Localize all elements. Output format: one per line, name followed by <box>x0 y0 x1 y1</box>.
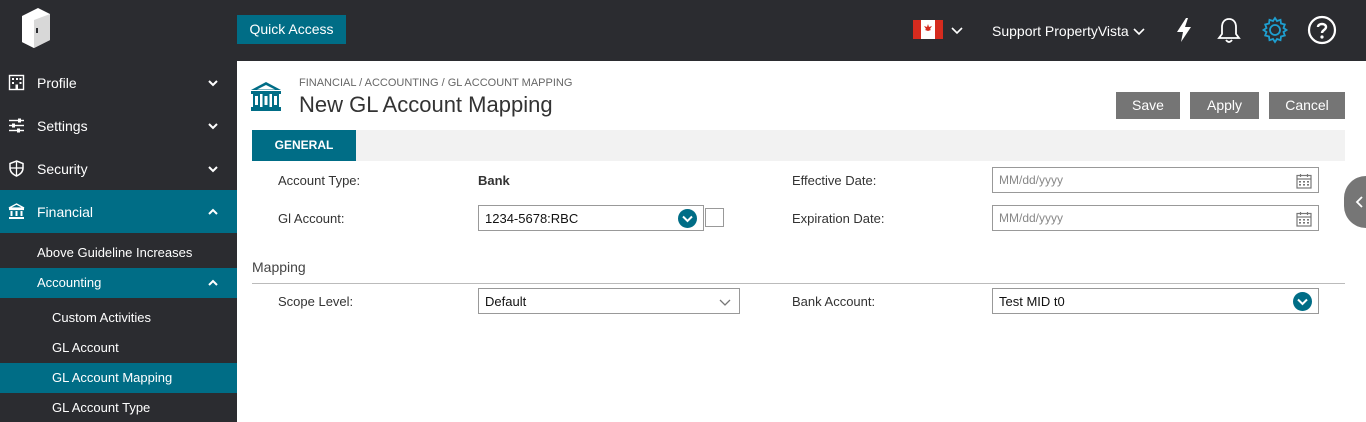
chevron-down-icon[interactable] <box>1293 292 1312 311</box>
effective-date-field[interactable] <box>992 167 1319 193</box>
tab-bar <box>252 130 1345 161</box>
gear-icon[interactable] <box>1260 15 1290 45</box>
help-icon[interactable] <box>1307 15 1337 45</box>
top-bar: Quick Access Support PropertyVista <box>0 0 1366 61</box>
account-type-value: Bank <box>478 173 510 188</box>
lightning-icon[interactable] <box>1169 15 1199 45</box>
bank-account-select[interactable]: Test MID t0 <box>992 288 1319 314</box>
sidebar: Profile Settings Security Financial Abov… <box>0 61 237 422</box>
save-button[interactable]: Save <box>1116 92 1180 119</box>
chevron-down-icon <box>208 166 218 173</box>
sidebar-item-custom-activities[interactable]: Custom Activities <box>0 303 237 333</box>
effective-date-label: Effective Date: <box>792 173 877 188</box>
expiration-date-field[interactable] <box>992 205 1319 231</box>
user-menu[interactable]: Support PropertyVista <box>992 22 1129 40</box>
building-icon <box>8 74 25 91</box>
sidebar-item-label: Security <box>37 161 88 177</box>
gl-account-select[interactable]: 1234-5678:RBC <box>478 205 704 231</box>
effective-date-input[interactable] <box>993 168 1318 192</box>
sidebar-item-label: Accounting <box>37 275 102 290</box>
expiration-date-input[interactable] <box>993 206 1318 230</box>
sidebar-item-label: Settings <box>37 118 88 134</box>
calendar-icon[interactable] <box>1296 211 1312 227</box>
scope-level-select[interactable]: Default <box>478 288 740 314</box>
calendar-icon[interactable] <box>1296 173 1312 189</box>
chevron-up-icon <box>208 279 218 286</box>
chevron-down-icon <box>208 80 218 87</box>
bank-icon <box>251 82 281 111</box>
chevron-down-icon <box>208 123 218 130</box>
scope-level-value: Default <box>485 294 527 309</box>
user-chevron-down-icon[interactable] <box>1132 24 1146 38</box>
bank-account-label: Bank Account: <box>792 294 876 309</box>
gl-account-checkbox[interactable] <box>705 208 724 227</box>
chevron-down-icon[interactable] <box>678 209 697 228</box>
chevron-down-icon[interactable] <box>719 296 731 308</box>
breadcrumb: FINANCIAL / ACCOUNTING / GL ACCOUNT MAPP… <box>299 77 573 89</box>
shield-icon <box>9 160 24 177</box>
side-panel-toggle[interactable] <box>1344 176 1366 228</box>
bank-account-value: Test MID t0 <box>999 294 1065 309</box>
sidebar-item-label: Financial <box>37 204 94 220</box>
sidebar-item-gl-account[interactable]: GL Account <box>0 333 237 363</box>
bank-icon <box>8 203 25 219</box>
chevron-up-icon <box>208 208 218 215</box>
scope-level-label: Scope Level: <box>278 294 354 309</box>
bell-icon[interactable] <box>1214 15 1244 45</box>
cancel-button[interactable]: Cancel <box>1269 92 1345 119</box>
apply-button[interactable]: Apply <box>1190 92 1259 119</box>
logo-icon[interactable] <box>18 6 54 50</box>
sidebar-item-accounting[interactable]: Accounting <box>0 268 237 298</box>
sidebar-item-financial[interactable]: Financial <box>0 190 237 233</box>
page-title: New GL Account Mapping <box>299 92 553 117</box>
quick-access-button[interactable]: Quick Access <box>237 15 346 44</box>
sidebar-item-profile[interactable]: Profile <box>0 61 237 104</box>
gl-account-value: 1234-5678:RBC <box>485 211 579 226</box>
section-divider <box>252 283 1345 284</box>
sidebar-item-gl-account-mapping[interactable]: GL Account Mapping <box>0 363 237 393</box>
sidebar-item-settings[interactable]: Settings <box>0 104 237 147</box>
canada-flag-icon[interactable] <box>913 20 943 39</box>
sliders-icon <box>9 118 24 133</box>
gl-account-label: Gl Account: <box>278 211 345 226</box>
sidebar-item-gl-account-type[interactable]: GL Account Type <box>0 393 237 422</box>
tab-general[interactable]: GENERAL <box>252 130 356 161</box>
expiration-date-label: Expiration Date: <box>792 211 885 226</box>
sidebar-item-label: Profile <box>37 75 77 91</box>
account-type-label: Account Type: <box>278 173 361 188</box>
chevron-left-icon <box>1355 196 1363 208</box>
sidebar-item-above-guideline-increases[interactable]: Above Guideline Increases <box>0 238 237 268</box>
mapping-section-title: Mapping <box>252 259 306 275</box>
sidebar-item-security[interactable]: Security <box>0 147 237 190</box>
language-chevron-down-icon[interactable] <box>950 23 964 37</box>
